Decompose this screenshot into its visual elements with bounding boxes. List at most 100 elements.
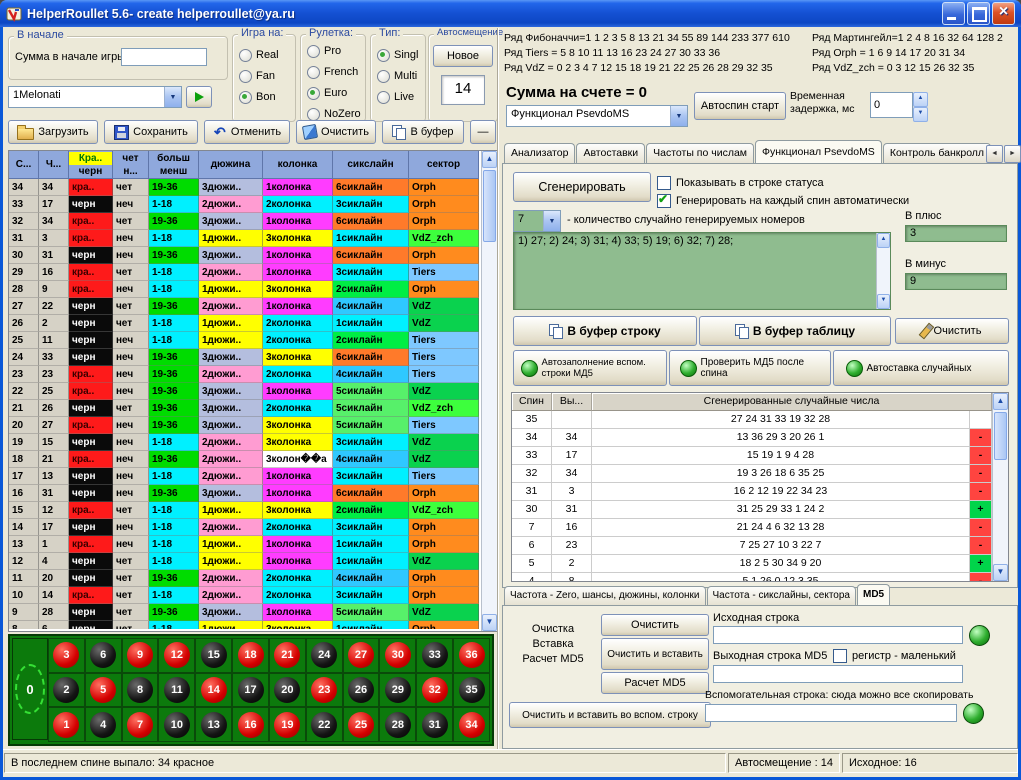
toolbar-button-2[interactable]: Сохранить (104, 120, 198, 144)
roulette-number-cell[interactable]: 5 (85, 673, 122, 708)
maximize-button[interactable] (967, 2, 990, 25)
delay-spinner[interactable]: ▲ ▼ (870, 92, 928, 118)
gen-table-scrollbar[interactable]: ▲ ▼ (992, 393, 1008, 581)
scroll-up-icon[interactable]: ▲ (993, 393, 1008, 410)
checkbox-icon[interactable] (833, 649, 847, 663)
toolbar-button-4[interactable]: Очистить (296, 120, 376, 144)
scroll-up-icon[interactable]: ▲ (877, 233, 890, 248)
roulette-number-cell[interactable]: 16 (232, 707, 269, 742)
start-sum-input[interactable] (121, 48, 207, 66)
roulette-number-cell[interactable]: 8 (122, 673, 159, 708)
md5-clear-paste-aux-button[interactable]: Очистить и вставить во вспом. строку (509, 702, 711, 728)
column-header[interactable]: четн... (113, 151, 149, 179)
auto-generate-checkbox[interactable]: Генерировать на каждый спин автоматическ… (657, 194, 909, 208)
column-header[interactable]: Кра..черн (69, 151, 113, 179)
column-header[interactable]: большменш (149, 151, 199, 179)
show-status-checkbox[interactable]: Показывать в строке статуса (657, 176, 824, 190)
scroll-down-icon[interactable]: ▼ (482, 614, 497, 631)
tab-анализатор[interactable]: Анализатор (504, 143, 575, 164)
roulette-zero-cell[interactable]: 0 (12, 638, 48, 740)
toolbar-button-3[interactable]: Отменить (204, 120, 290, 144)
radio-option-multi[interactable]: Multi (377, 67, 425, 85)
checkbox-checked-icon[interactable] (657, 194, 671, 208)
roulette-number-cell[interactable]: 4 (85, 707, 122, 742)
md5-output-input[interactable] (713, 665, 963, 683)
roulette-number-cell[interactable]: 22 (306, 707, 343, 742)
radio-option-real[interactable]: Real (239, 46, 295, 64)
toolbar-button-5[interactable]: В буфер (382, 120, 464, 144)
roulette-number-cell[interactable]: 6 (85, 638, 122, 673)
roulette-number-cell[interactable]: 33 (416, 638, 453, 673)
md5-clear-paste-button[interactable]: Очистить и вставить (601, 638, 709, 670)
clear-generated-button[interactable]: Очистить (895, 318, 1009, 344)
column-header[interactable]: Спин (512, 393, 552, 411)
minimize-button[interactable] (942, 2, 965, 25)
column-header[interactable]: сектор (409, 151, 479, 179)
autospin-start-button[interactable]: Автоспин старт (694, 92, 786, 120)
tab-автоставки[interactable]: Автоставки (576, 143, 645, 164)
check-md5-button[interactable]: Проверить МД5 после спина (669, 350, 831, 386)
roulette-number-cell[interactable]: 36 (453, 638, 490, 673)
copy-line-button[interactable]: В буфер строку (513, 316, 697, 346)
roulette-number-cell[interactable]: 19 (269, 707, 306, 742)
functional-combobox[interactable]: Функционал PsevdoMS ▼ (506, 105, 688, 127)
generated-numbers-textarea[interactable]: 1) 27; 2) 24; 3) 31; 4) 33; 5) 19; 6) 32… (513, 232, 891, 310)
tab-scroll-left-icon[interactable]: ◄ (986, 145, 1003, 163)
source-string-input[interactable] (713, 626, 963, 644)
toolbar-button-6[interactable]: — (470, 120, 496, 144)
roulette-number-cell[interactable]: 28 (379, 707, 416, 742)
count-combobox[interactable]: 7 ▼ (513, 210, 561, 232)
radio-option-live[interactable]: Live (377, 88, 425, 106)
radio-option-singl[interactable]: Singl (377, 46, 425, 64)
checkbox-icon[interactable] (657, 176, 671, 190)
radio-option-fan[interactable]: Fan (239, 67, 295, 85)
roulette-number-cell[interactable]: 32 (416, 673, 453, 708)
scroll-thumb[interactable] (994, 412, 1007, 460)
scroll-down-icon[interactable]: ▼ (877, 294, 890, 309)
toolbar-button-1[interactable]: Загрузить (8, 120, 98, 144)
close-button[interactable] (992, 2, 1015, 25)
roulette-number-cell[interactable]: 24 (306, 638, 343, 673)
column-header[interactable]: С... (9, 151, 39, 179)
play-button[interactable] (186, 86, 212, 108)
roulette-number-cell[interactable]: 14 (195, 673, 232, 708)
roulette-number-cell[interactable]: 9 (122, 638, 159, 673)
aux-string-input[interactable] (705, 704, 957, 722)
roulette-number-cell[interactable]: 23 (306, 673, 343, 708)
column-header[interactable]: сикслайн (333, 151, 409, 179)
lowercase-checkbox[interactable]: регистр - маленький (833, 649, 956, 663)
roulette-number-cell[interactable]: 2 (48, 673, 85, 708)
roulette-number-cell[interactable]: 35 (453, 673, 490, 708)
tab-частоты-по-числам[interactable]: Частоты по числам (646, 143, 754, 164)
roulette-number-cell[interactable]: 12 (158, 638, 195, 673)
roulette-number-cell[interactable]: 11 (158, 673, 195, 708)
roulette-number-cell[interactable]: 13 (195, 707, 232, 742)
roulette-number-cell[interactable]: 25 (343, 707, 380, 742)
radio-option-pro[interactable]: Pro (307, 42, 365, 60)
roulette-number-cell[interactable]: 29 (379, 673, 416, 708)
column-header[interactable]: Ч... (39, 151, 69, 179)
green-sphere-icon[interactable] (963, 703, 984, 724)
scroll-thumb[interactable] (483, 170, 496, 242)
column-header[interactable]: Вы... (552, 393, 592, 411)
generate-button[interactable]: Сгенерировать (513, 172, 651, 202)
tab-контроль-банкролл[interactable]: Контроль банкролл (883, 143, 991, 164)
scroll-track[interactable] (482, 168, 497, 614)
roulette-number-cell[interactable]: 17 (232, 673, 269, 708)
new-shift-button[interactable]: Новое (433, 45, 493, 67)
roulette-number-cell[interactable]: 26 (343, 673, 380, 708)
roulette-number-cell[interactable]: 27 (343, 638, 380, 673)
preset-combobox[interactable]: 1Melonati ▼ (8, 86, 182, 108)
roulette-number-cell[interactable]: 31 (416, 707, 453, 742)
radio-option-french[interactable]: French (307, 63, 365, 81)
roulette-number-cell[interactable]: 20 (269, 673, 306, 708)
tab-частота-сикслайны-сектора[interactable]: Частота - сикслайны, сектора (707, 586, 856, 605)
roulette-number-cell[interactable]: 15 (195, 638, 232, 673)
roulette-number-cell[interactable]: 1 (48, 707, 85, 742)
spins-table-scrollbar[interactable]: ▲ ▼ (481, 151, 497, 631)
roulette-number-cell[interactable]: 30 (379, 638, 416, 673)
delay-input[interactable] (870, 92, 913, 118)
tab-scroll-right-icon[interactable]: ► (1004, 145, 1021, 163)
textarea-scrollbar[interactable]: ▲ ▼ (876, 233, 890, 309)
column-header[interactable]: колонка (263, 151, 333, 179)
